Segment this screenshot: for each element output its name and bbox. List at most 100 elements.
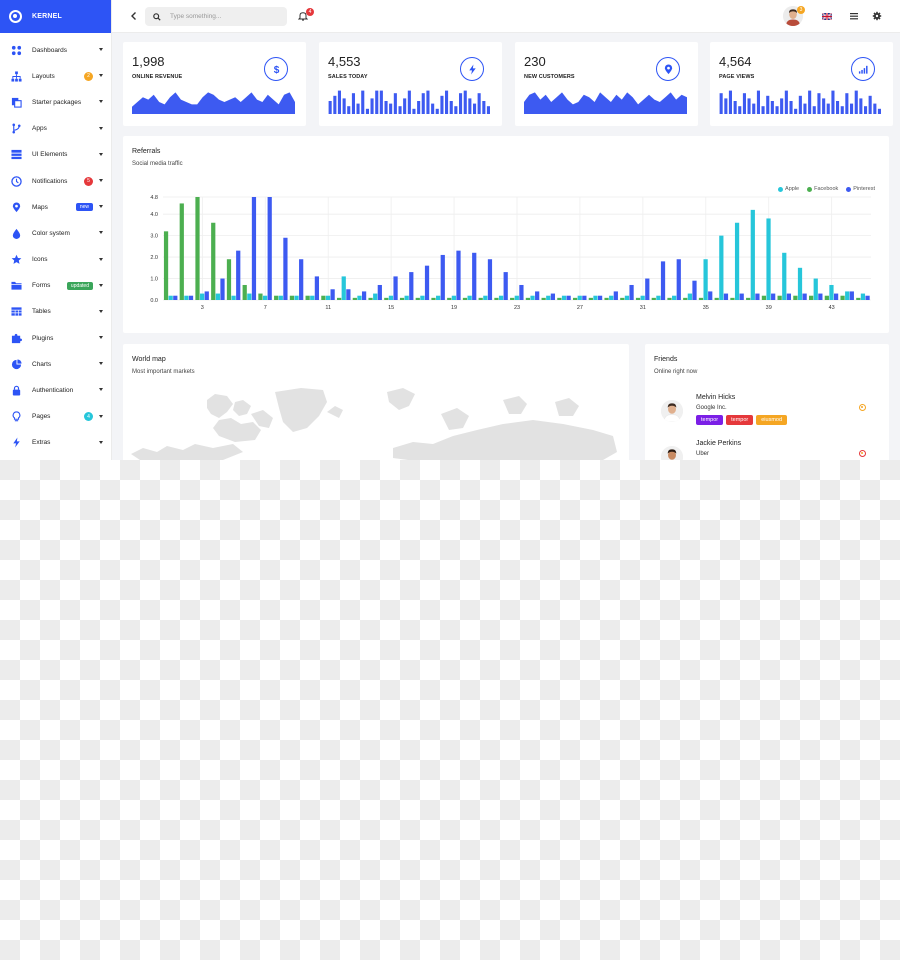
sparkline-bar <box>877 108 881 114</box>
sidebar-item-color-system[interactable]: Color system <box>0 220 111 246</box>
sidebar-item-forms[interactable]: Forms updated <box>0 273 111 299</box>
sidebar-item-label: Icons <box>32 256 48 264</box>
sparkline-bar <box>812 106 816 114</box>
friend-item[interactable]: Jackie Perkins Uber <box>659 440 866 460</box>
friend-item[interactable]: Melvin Hicks Google Inc. tempor tempor eiusm… <box>659 394 866 436</box>
chart-bar-apple <box>404 295 409 300</box>
chart-bar-apple <box>184 295 189 300</box>
tag-badge[interactable]: eiusmod <box>756 415 788 425</box>
menu-button[interactable] <box>850 12 858 20</box>
chart-bar-apple <box>640 295 645 300</box>
chart-bar-apple <box>498 295 504 300</box>
map-pin-icon[interactable] <box>656 57 680 81</box>
map-region[interactable] <box>503 396 527 414</box>
map-region[interactable] <box>233 400 251 416</box>
search-bar[interactable] <box>145 7 287 26</box>
chart-bar-facebook <box>793 295 798 300</box>
chart-bar-apple <box>294 295 299 300</box>
chart-bar-facebook <box>510 297 515 300</box>
server-icon <box>10 149 22 161</box>
map-region[interactable] <box>327 406 343 418</box>
sparkline-bar <box>724 98 728 114</box>
tag-badge[interactable]: tempor <box>726 415 754 425</box>
sidebar-item-starter-packages[interactable]: Starter packages <box>0 89 111 115</box>
search-input[interactable] <box>170 13 280 20</box>
sidebar-item-charts[interactable]: Charts <box>0 351 111 377</box>
map-region[interactable] <box>207 394 233 418</box>
chart-bar-pinterest <box>566 295 571 300</box>
sidebar-item-pages[interactable]: Pages 4 <box>0 404 111 430</box>
sidebar-item-dashboards[interactable]: Dashboards <box>0 37 111 63</box>
sidebar-item-label: Maps <box>32 203 48 211</box>
sparkline-bar <box>742 93 746 114</box>
stat-label: SALES TODAY <box>328 74 368 80</box>
map-region[interactable] <box>213 418 261 442</box>
sidebar-item-notifications[interactable]: Notifications 5 <box>0 168 111 194</box>
chart-bar-apple <box>797 267 803 300</box>
chart-bar-apple <box>341 276 346 300</box>
sidebar-item-badge: updated <box>66 281 93 290</box>
avatar[interactable] <box>661 400 683 422</box>
friend-company: Google Inc. <box>696 405 727 411</box>
map-region[interactable] <box>275 388 327 432</box>
chart-bar-facebook <box>714 297 719 300</box>
sparkline-bar <box>347 106 351 114</box>
friend-tags: tempor tempor eiusmod <box>696 415 788 425</box>
signal-icon[interactable] <box>851 57 875 81</box>
sidebar-item-ui-elements[interactable]: UI Elements <box>0 142 111 168</box>
chart-bar-facebook <box>588 297 593 300</box>
sparkline-bar <box>868 95 872 114</box>
world-map-card: World map Most important markets <box>123 344 629 460</box>
sidebar-item-apps[interactable]: Apps <box>0 116 111 142</box>
lightbulb-icon <box>10 411 22 423</box>
map-region[interactable] <box>131 444 243 460</box>
sidebar-item-tables[interactable]: Tables <box>0 299 111 325</box>
sparkline-bar <box>351 93 355 114</box>
chart-bar-apple <box>215 293 220 300</box>
world-map[interactable] <box>123 344 629 460</box>
map-region[interactable] <box>555 398 579 416</box>
sidebar-item-layouts[interactable]: Layouts 2 <box>0 63 111 89</box>
chart-bar-pinterest <box>708 291 713 300</box>
sidebar: KERNEL Dashboards Layouts 2 Starter package… <box>0 0 112 460</box>
sidebar-item-label: Extras <box>32 439 51 447</box>
chart-bar-facebook <box>808 295 814 300</box>
sidebar-item-label: Authentication <box>32 387 74 395</box>
y-tick-label: 2.0 <box>150 255 158 261</box>
sidebar-item-maps[interactable]: Maps new <box>0 194 111 220</box>
map-region[interactable] <box>393 420 617 460</box>
map-region[interactable] <box>387 388 415 410</box>
dollar-icon[interactable]: $ <box>264 57 288 81</box>
chart-bar-facebook <box>620 297 625 300</box>
stat-label: ONLINE REVENUE <box>132 74 183 80</box>
chart-bar-pinterest <box>723 293 729 300</box>
star-icon <box>10 254 22 266</box>
sparkline-bar <box>435 108 439 114</box>
collapse-sidebar-button[interactable] <box>130 11 138 21</box>
sparkline-bar <box>719 93 723 114</box>
chart-bar-apple <box>750 209 755 300</box>
avatar[interactable] <box>661 446 683 460</box>
chevron-down-icon <box>99 100 103 104</box>
sparkline-bar <box>845 93 849 114</box>
sparkline-bar <box>854 90 858 114</box>
bolt-icon[interactable] <box>460 57 484 81</box>
sidebar-item-plugins[interactable]: Plugins <box>0 325 111 351</box>
chart-bar-pinterest <box>472 252 477 300</box>
chart-bar-pinterest <box>299 259 304 300</box>
x-tick-label: 23 <box>514 305 520 311</box>
friend-name: Melvin Hicks <box>696 394 736 401</box>
map-region[interactable] <box>441 408 469 430</box>
sidebar-item-extras[interactable]: Extras <box>0 430 111 456</box>
brand-header[interactable]: KERNEL <box>0 0 111 33</box>
x-tick-label: 39 <box>766 305 772 311</box>
sidebar-item-icons[interactable]: Icons <box>0 247 111 273</box>
sparkline-bar <box>826 103 830 114</box>
chart-bar-facebook <box>211 222 216 300</box>
settings-button[interactable] <box>872 11 882 21</box>
tag-badge[interactable]: tempor <box>696 415 724 425</box>
chart-bar-facebook <box>336 297 342 300</box>
sparkline-bar <box>412 108 416 114</box>
language-selector[interactable] <box>821 12 833 21</box>
sidebar-item-authentication[interactable]: Authentication <box>0 377 111 403</box>
